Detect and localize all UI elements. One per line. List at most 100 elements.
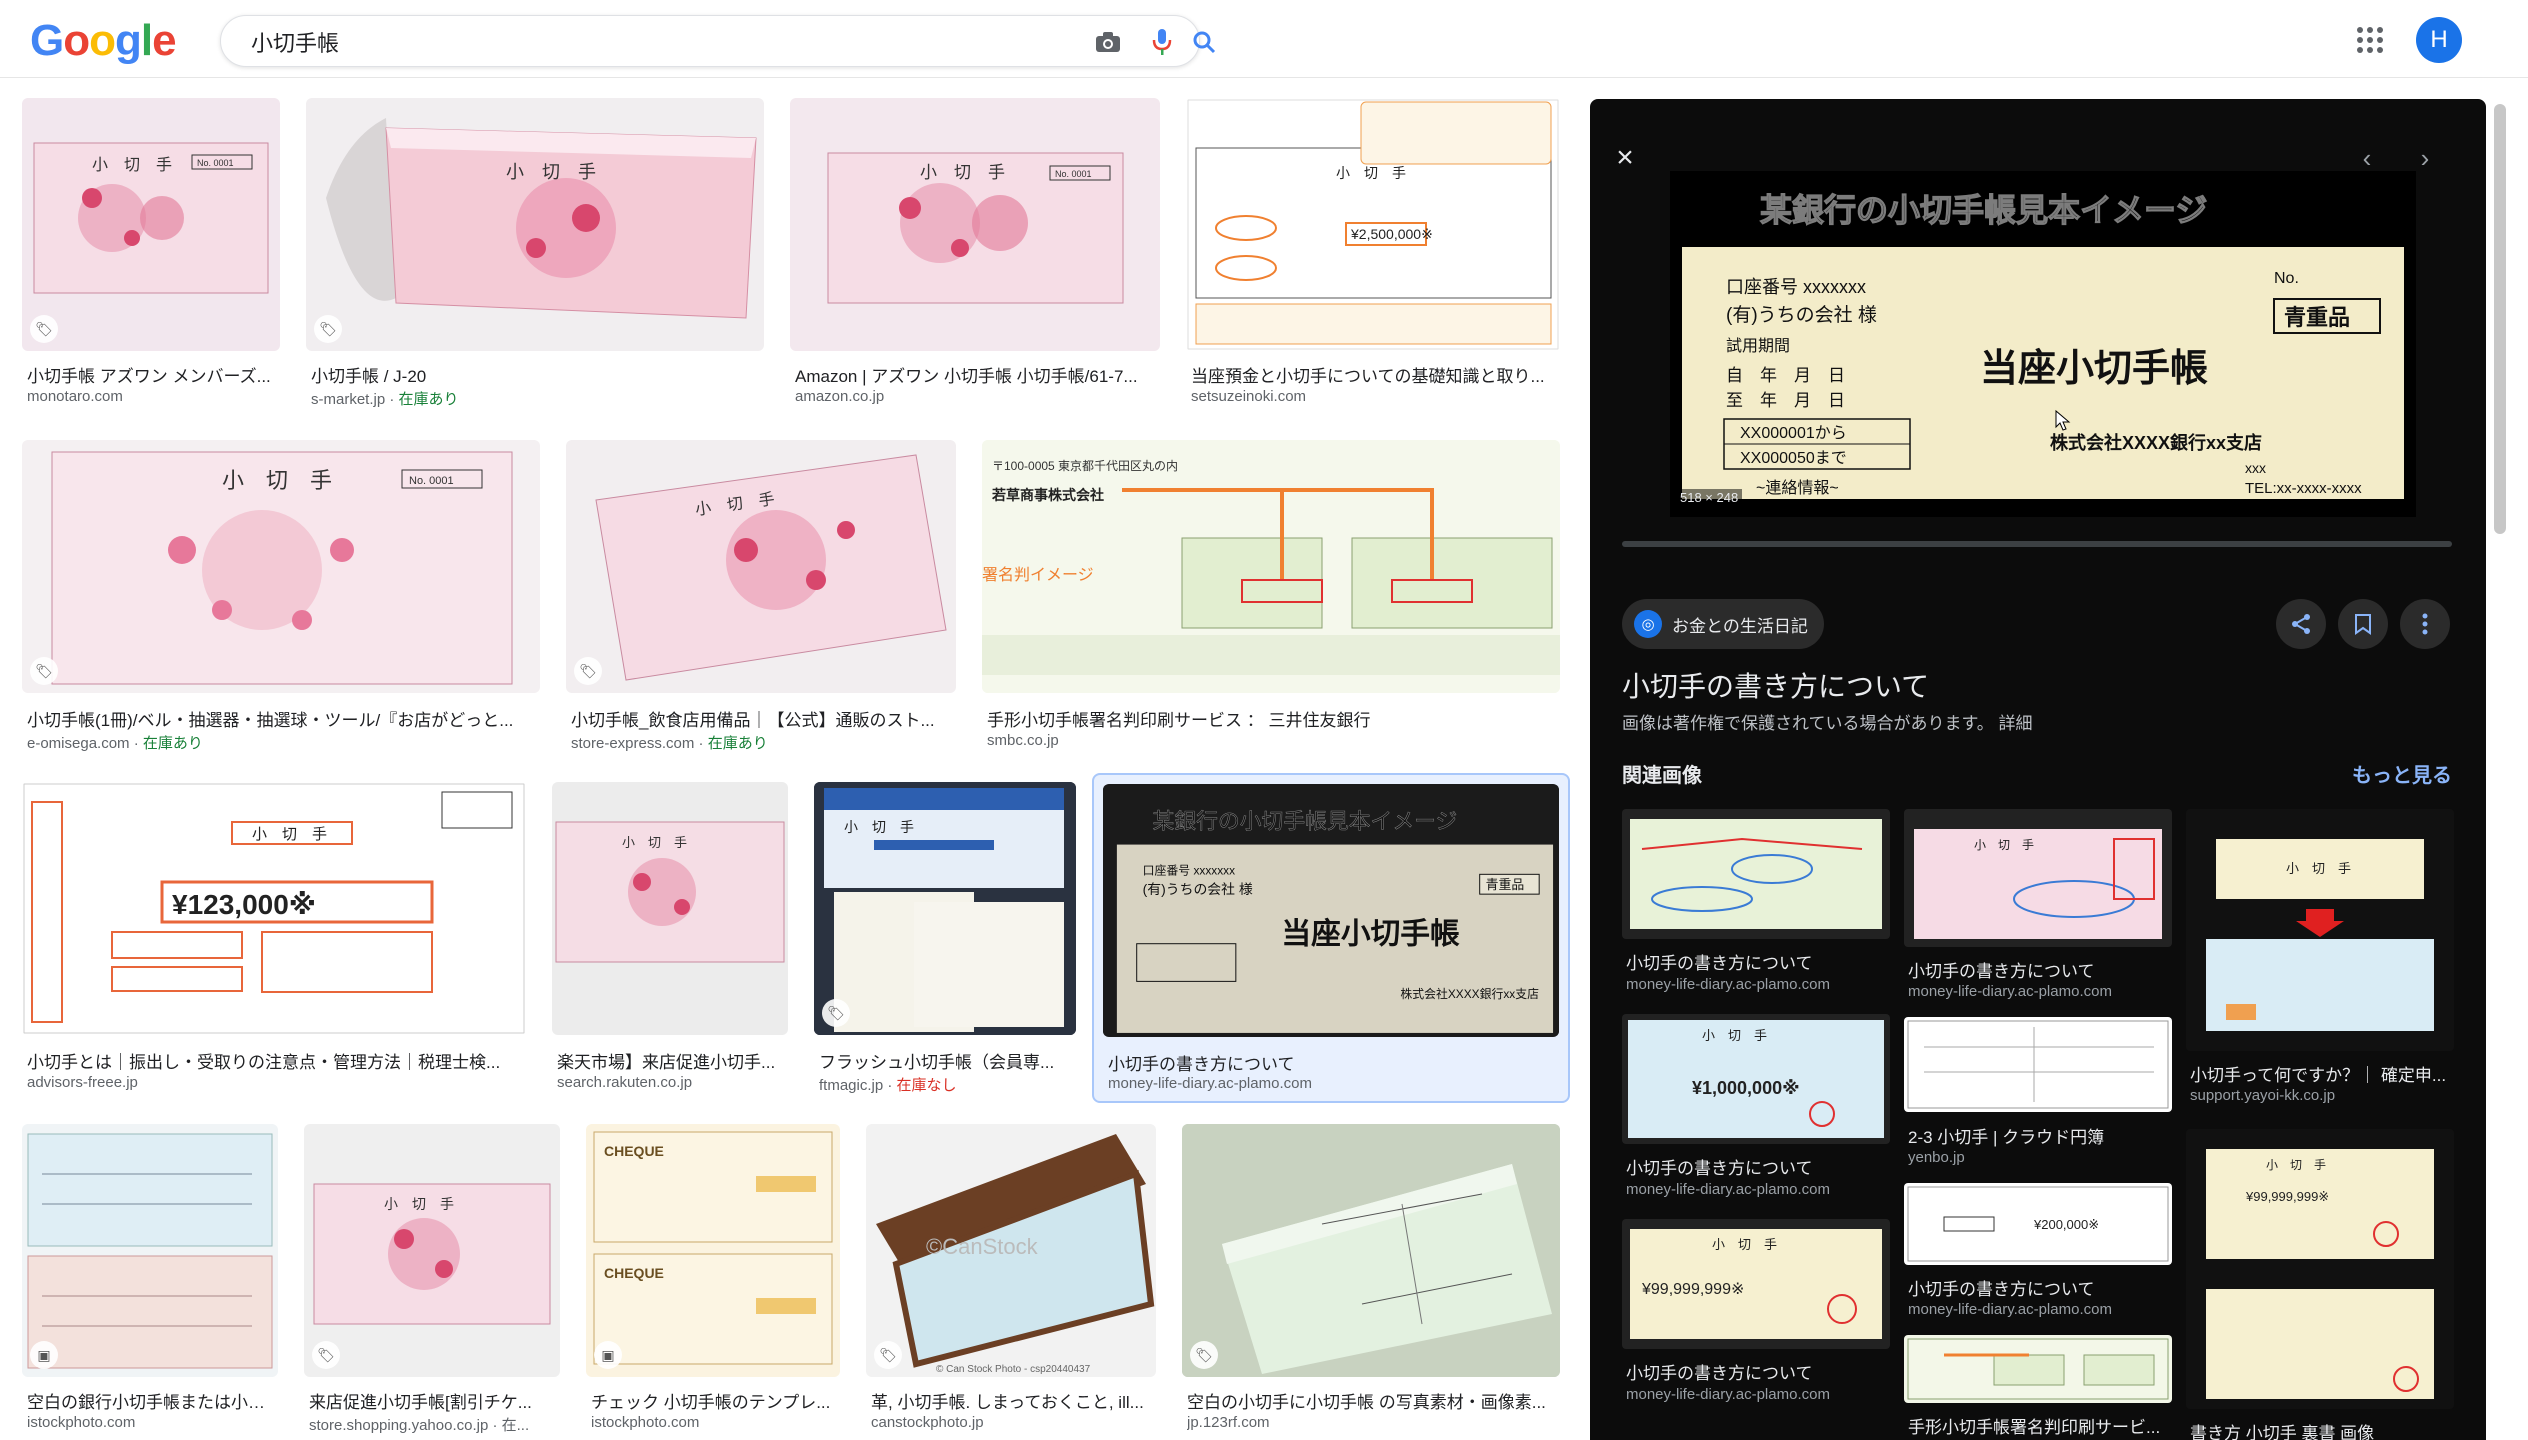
related-caption[interactable]: 小切手の書き方について	[1626, 949, 1888, 974]
related-thumbnail[interactable]: 小 切 手	[2186, 809, 2454, 1051]
related-image[interactable]: 小 切 手 小切手って何ですか？｜ 確定申... support.yayoi-k…	[2186, 809, 2454, 1119]
result-tile[interactable]: CHEQUE CHEQUE ▣ チェック 小切手帳のテンプレ... istockp…	[586, 1124, 840, 1431]
related-caption[interactable]: 小切手って何ですか？｜ 確定申...	[2190, 1061, 2452, 1086]
chevron-left-icon[interactable]: ‹	[2352, 143, 2382, 173]
result-caption[interactable]: 来店促進小切手帳[割引チケ...	[309, 1388, 556, 1413]
related-image[interactable]: 小 切 手 ¥99,999,999※ 書き方 小切手 裏書 画像	[2186, 1129, 2454, 1440]
svg-text:小 切 手: 小 切 手	[1702, 1028, 1767, 1043]
result-tile[interactable]: 🏷 空白の小切手に小切手帳 の写真素材・画像素... jp.123rf.com	[1182, 1124, 1560, 1431]
related-caption[interactable]: 手形小切手帳署名判印刷サービ...	[1908, 1413, 2170, 1438]
result-thumbnail[interactable]: 小 切 手 🏷	[566, 440, 956, 693]
result-caption[interactable]: 手形小切手帳署名判印刷サービス ： 三井住友銀行	[987, 706, 1556, 731]
result-caption[interactable]: 小切手の書き方について	[1108, 1050, 1564, 1075]
related-image[interactable]: 2-3 小切手 | クラウド円簿 yenbo.jp	[1904, 1017, 2172, 1177]
related-thumbnail[interactable]	[1622, 809, 1890, 939]
result-tile[interactable]: 小 切 手 🏷 小切手帳 / J-20 s-market.jp · 在庫あり	[306, 98, 764, 408]
google-logo[interactable]: Google	[30, 16, 177, 66]
related-thumbnail[interactable]: 小 切 手	[1904, 809, 2172, 947]
related-image[interactable]: 小 切 手 小切手の書き方について money-life-diary.ac-pl…	[1904, 809, 2172, 1009]
result-caption[interactable]: 当座預金と小切手についての基礎知識と取り...	[1191, 362, 1556, 387]
result-caption[interactable]: 小切手帳 アズワン メンバーズ...	[27, 362, 276, 387]
result-tile[interactable]: 小 切 手 No. 0001 Amazon | アズワン 小切手帳 小切手帳/61…	[790, 98, 1160, 408]
related-caption[interactable]: 小切手の書き方について	[1908, 957, 2170, 982]
result-caption[interactable]: チェック 小切手帳のテンプレ...	[591, 1388, 836, 1413]
share-icon[interactable]	[2276, 599, 2326, 649]
chevron-right-icon[interactable]: ›	[2410, 143, 2440, 173]
related-image[interactable]: 手形小切手帳署名判印刷サービ...	[1904, 1335, 2172, 1440]
source-chip[interactable]: ◎ お金との生活日記	[1622, 599, 1824, 649]
result-caption[interactable]: 楽天市場】来店促進小切手...	[557, 1048, 784, 1073]
close-icon[interactable]: ×	[1610, 143, 1640, 173]
bookmark-icon[interactable]	[2338, 599, 2388, 649]
result-thumbnail[interactable]: ©CanStock © Can Stock Photo - csp20440437…	[866, 1124, 1156, 1377]
related-image[interactable]: ¥200,000※ 小切手の書き方について money-life-diary.a…	[1904, 1183, 2172, 1328]
related-thumbnail[interactable]	[1904, 1335, 2172, 1403]
result-thumbnail[interactable]: 〒100-0005 東京都千代田区丸の内 若草商事株式会社 署名判イメージ	[982, 440, 1560, 693]
result-tile[interactable]: 小 切 手 🏷 フラッシュ小切手帳（会員専... ftmagic.jp · 在庫…	[814, 782, 1076, 1094]
related-thumbnail[interactable]: 小 切 手 ¥1,000,000※	[1622, 1014, 1890, 1144]
result-thumbnail[interactable]: 小 切 手 No. 0001 🏷	[22, 440, 540, 693]
result-source: ftmagic.jp · 在庫なし	[819, 1077, 957, 1094]
related-image[interactable]: 小切手の書き方について money-life-diary.ac-plamo.co…	[1622, 809, 1890, 1004]
related-caption[interactable]: 小切手の書き方について	[1626, 1359, 1888, 1384]
related-thumbnail[interactable]: 小 切 手 ¥99,999,999※	[1622, 1219, 1890, 1349]
result-thumbnail[interactable]: 小 切 手 🏷	[304, 1124, 560, 1377]
result-caption[interactable]: 革, 小切手帳. しまっておくこと, ill...	[871, 1388, 1152, 1413]
result-tile[interactable]: ▣ 空白の銀行小切手帳または小切... istockphoto.com	[22, 1124, 278, 1431]
related-caption[interactable]: 書き方 小切手 裏書 画像	[2190, 1419, 2452, 1440]
result-tile[interactable]: 小 切 手 No. 0001 🏷 小切手帳(1冊)/ベル・抽選器・抽選球・ツール/…	[22, 440, 540, 752]
result-thumbnail[interactable]: 小 切 手 ¥123,000※	[22, 782, 526, 1035]
result-thumbnail[interactable]: 小 切 手 🏷	[814, 782, 1076, 1035]
result-caption[interactable]: フラッシュ小切手帳（会員専...	[819, 1048, 1072, 1073]
result-thumbnail[interactable]: 小 切 手 No. 0001 🏷	[22, 98, 280, 351]
details-link[interactable]: 詳細	[1999, 714, 2033, 733]
result-caption[interactable]: 空白の小切手に小切手帳 の写真素材・画像素...	[1187, 1388, 1556, 1413]
result-thumbnail[interactable]: 🏷	[1182, 1124, 1560, 1377]
result-caption[interactable]: 小切手帳(1冊)/ベル・抽選器・抽選球・ツール/『お店がどっと...	[27, 706, 536, 731]
related-image[interactable]: 小 切 手 ¥99,999,999※ 小切手の書き方について money-life…	[1622, 1219, 1890, 1414]
result-tile[interactable]: 小 切 手 🏷 来店促進小切手帳[割引チケ... store.shopping.…	[304, 1124, 560, 1434]
result-caption[interactable]: 空白の銀行小切手帳または小切...	[27, 1388, 274, 1413]
panel-scrollbar[interactable]	[2494, 104, 2506, 534]
related-caption[interactable]: 小切手の書き方について	[1908, 1275, 2170, 1300]
related-thumbnail[interactable]: 小 切 手 ¥99,999,999※	[2186, 1129, 2454, 1409]
result-thumbnail[interactable]: ▣	[22, 1124, 278, 1377]
related-caption[interactable]: 小切手の書き方について	[1626, 1154, 1888, 1179]
result-caption[interactable]: 小切手帳_飲食店用備品｜【公式】通販のスト...	[571, 706, 952, 731]
see-more-link[interactable]: もっと見る	[2352, 759, 2452, 788]
avatar[interactable]: H	[2416, 17, 2462, 63]
result-caption[interactable]: 小切手帳 / J-20	[311, 362, 760, 387]
preview-title[interactable]: 小切手の書き方について	[1622, 665, 1929, 705]
search-icon[interactable]	[1189, 27, 1219, 57]
microphone-icon[interactable]	[1147, 27, 1177, 57]
result-caption[interactable]: Amazon | アズワン 小切手帳 小切手帳/61-7...	[795, 362, 1156, 387]
result-tile[interactable]: 小 切 手 楽天市場】来店促進小切手... search.rakuten.co.…	[552, 782, 788, 1094]
result-thumbnail[interactable]: 小 切 手	[552, 782, 788, 1035]
related-image[interactable]: 小 切 手 ¥1,000,000※ 小切手の書き方について money-life-…	[1622, 1014, 1890, 1209]
result-thumbnail[interactable]: 小 切 手 🏷	[306, 98, 764, 351]
result-caption[interactable]: 小切手とは｜振出し・受取りの注意点・管理方法｜税理士検...	[27, 1048, 522, 1073]
result-tile[interactable]: ©CanStock © Can Stock Photo - csp20440437…	[866, 1124, 1156, 1431]
preview-image[interactable]: 某銀行の小切手帳見本イメージ 口座番号 xxxxxxx (有)うちの会社 様 試…	[1670, 171, 2416, 517]
svg-text:当座小切手帳: 当座小切手帳	[1980, 348, 2208, 390]
result-tile[interactable]: 小 切 手 🏷 小切手帳_飲食店用備品｜【公式】通販のスト... store-e…	[566, 440, 956, 752]
result-thumbnail[interactable]: CHEQUE CHEQUE ▣	[586, 1124, 840, 1377]
image-type-icon: ▣	[30, 1341, 58, 1369]
related-caption[interactable]: 2-3 小切手 | クラウド円簿	[1908, 1123, 2170, 1148]
result-thumbnail[interactable]: ¥2,500,000※ 小 切 手	[1186, 98, 1560, 351]
google-apps-icon[interactable]	[2352, 22, 2388, 58]
svg-text:小 切 手: 小 切 手	[222, 468, 332, 493]
result-tile[interactable]: 小 切 手 No. 0001 🏷 小切手帳 アズワン メンバーズ... monot…	[22, 98, 280, 408]
result-tile-selected[interactable]: 某銀行の小切手帳見本イメージ 口座番号 xxxxxxx (有)うちの会社 様当座小切…	[1092, 773, 1570, 1103]
result-thumbnail[interactable]: 某銀行の小切手帳見本イメージ 口座番号 xxxxxxx (有)うちの会社 様当座小切…	[1103, 784, 1559, 1037]
result-tile[interactable]: 〒100-0005 東京都千代田区丸の内 若草商事株式会社 署名判イメージ 手形小切…	[982, 440, 1560, 752]
result-thumbnail[interactable]: 小 切 手 No. 0001	[790, 98, 1160, 351]
copyright-notice: 画像は著作権で保護されている場合があります。 詳細	[1622, 709, 2033, 734]
result-tile[interactable]: ¥2,500,000※ 小 切 手 当座預金と小切手についての基礎知識と取り...…	[1186, 98, 1560, 408]
related-thumbnail[interactable]: ¥200,000※	[1904, 1183, 2172, 1265]
related-thumbnail[interactable]	[1904, 1017, 2172, 1112]
search-input[interactable]	[251, 26, 1011, 58]
more-options-icon[interactable]	[2400, 599, 2450, 649]
result-tile[interactable]: 小 切 手 ¥123,000※ 小切手とは｜振出し・受取りの注意点・管理方法｜税理…	[22, 782, 526, 1094]
camera-icon[interactable]	[1093, 27, 1123, 57]
